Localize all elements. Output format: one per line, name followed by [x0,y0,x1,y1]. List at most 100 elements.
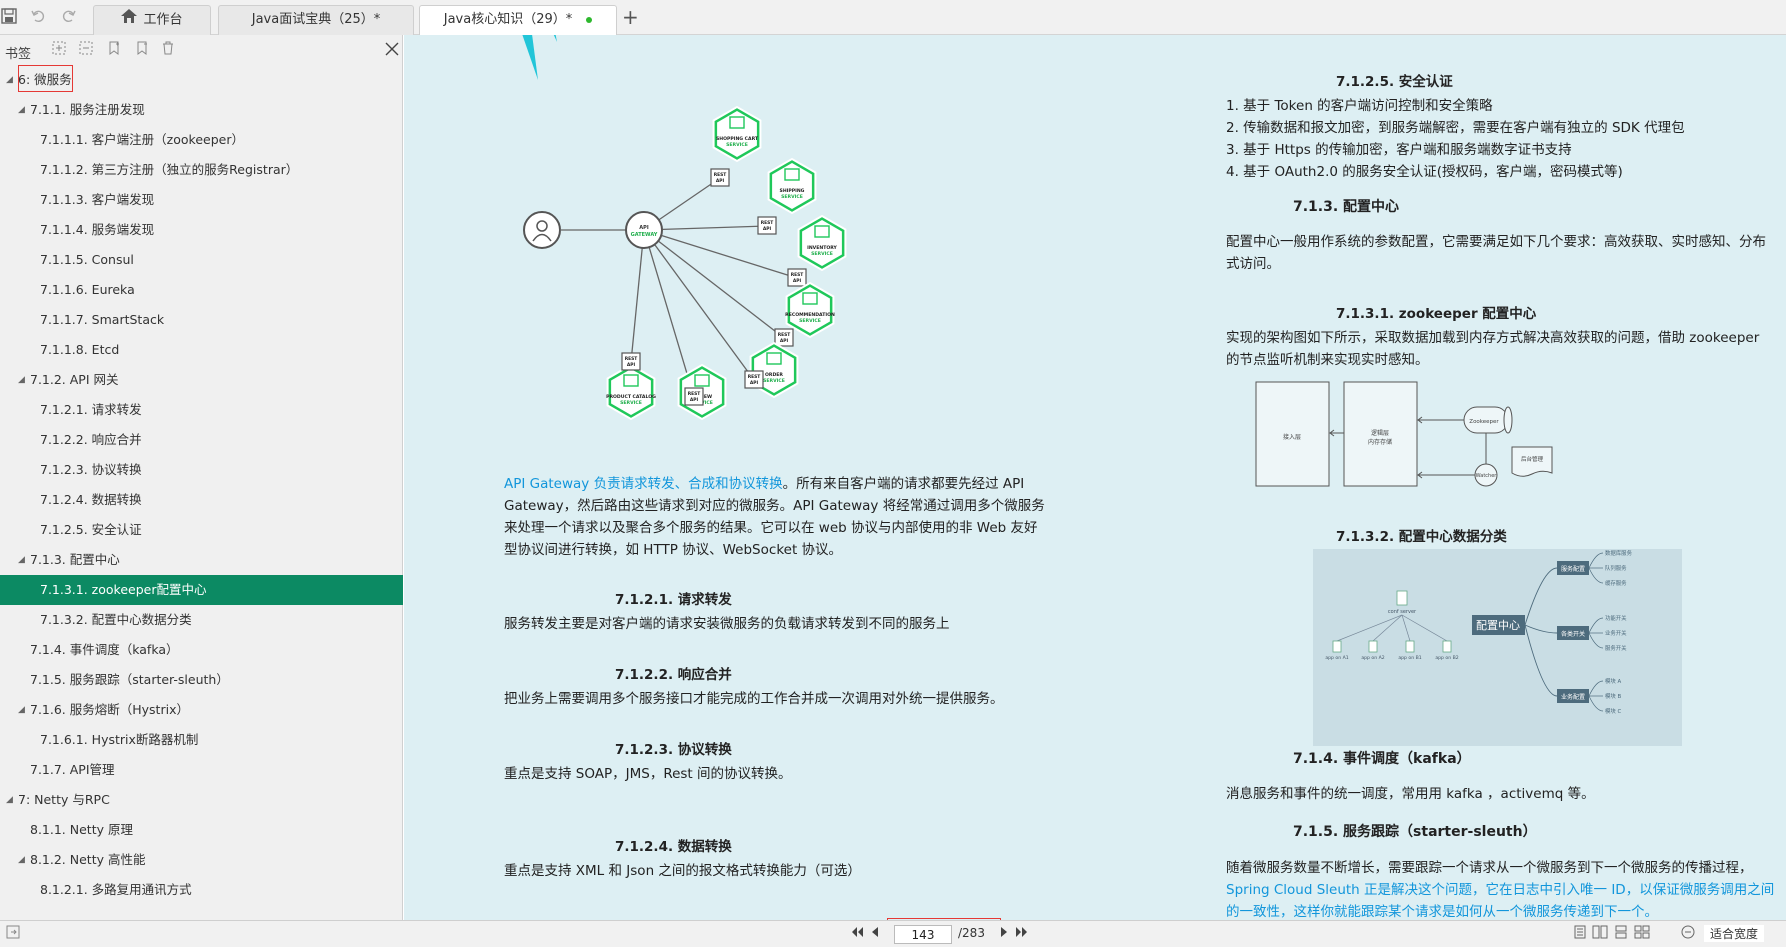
app-label: app on B2 [1435,655,1458,661]
sidebar-item[interactable]: 7.1.2.5. 安全认证 [0,515,403,545]
sidebar-item[interactable]: 7.1.1.8. Etcd [0,335,403,365]
sidebar-item[interactable]: ◢ 7: Netty 与RPC [0,785,403,815]
service-name: SHOPPING CART [716,136,759,142]
sidebar-item[interactable]: 8.1.1. Netty 原理 [0,815,403,845]
sidebar-item[interactable]: ◢ 7.1.6. 服务熔断（Hystrix） [0,695,403,725]
sidebar-item[interactable]: 7.1.1.6. Eureka [0,275,403,305]
sidebar-toggle-icon[interactable] [6,925,20,943]
book-view-icon[interactable] [1634,925,1650,943]
sidebar-item[interactable]: 7.1.4. 事件调度（kafka） [0,635,403,665]
sidebar-item[interactable]: 7.1.1.3. 客户端发现 [0,185,403,215]
sidebar-item-label: 7.1.3.2. 配置中心数据分类 [40,612,192,627]
app-server-icon [1442,640,1452,653]
sidebar-item[interactable]: 7.1.6.1. Hystrix断路器机制 [0,725,403,755]
sidebar-item[interactable]: 7.1.2.1. 请求转发 [0,395,403,425]
unsaved-dot-icon [586,16,593,23]
zoom-out-icon[interactable] [1681,925,1695,943]
zookeeper-body: 实现的架构图如下所示，采取数据加载到内存方式解决高效获取的问题，借助 zooke… [1226,330,1760,368]
sidebar-item[interactable]: 7.1.7. API管理 [0,755,403,785]
sidebar-item-label: 7: Netty 与RPC [18,792,110,807]
next-page-icon[interactable] [999,925,1009,943]
group-item-label: 服务开关 [1605,644,1627,652]
sidebar-item[interactable]: 7.1.2.2. 响应合并 [0,425,403,455]
redo-icon[interactable] [59,8,77,26]
user-icon [523,211,561,249]
sidebar-item[interactable]: 7.1.1.2. 第三方注册（独立的服务Registrar） [0,155,403,185]
tab-java-interview[interactable]: Java面试宝典（25）* [218,5,414,35]
two-page-view-icon[interactable] [1592,925,1608,943]
sidebar-item-label: 7.1.2.4. 数据转换 [40,492,142,507]
prev-page-icon[interactable] [870,925,880,943]
service-sub: SERVICE [726,142,748,148]
sidebar-item[interactable]: 7.1.1.5. Consul [0,245,403,275]
config-center-label: 配置中心 [1476,619,1520,632]
sidebar-item[interactable]: 7.1.3.2. 配置中心数据分类 [0,605,403,635]
expand-all-icon[interactable] [52,41,66,59]
single-page-view-icon[interactable] [1574,925,1586,943]
sidebar-item[interactable]: 7.1.2.4. 数据转换 [0,485,403,515]
sidebar-item[interactable]: 7.1.1.1. 客户端注册（zookeeper） [0,125,403,155]
page-number-input[interactable]: 143 [894,925,952,944]
sidebar-item-label: 7.1.2.5. 安全认证 [40,522,142,537]
add-bookmark-icon[interactable] [107,41,121,59]
tab-workbench[interactable]: 工作台 [93,5,211,35]
close-sidebar-icon[interactable] [384,38,400,62]
sidebar-item[interactable]: 7.1.5. 服务跟踪（starter-sleuth） [0,665,403,695]
undo-icon[interactable] [30,8,48,26]
config-center-body: 配置中心一般用作系统的参数配置，它需要满足如下几个要求：高效获取、实时感知、分布… [1226,234,1766,272]
service-name: RECOMMENDATION [785,312,835,318]
sidebar-item[interactable]: ◢ 8.1.2. Netty 高性能 [0,845,403,875]
group-item-label: 数据库服务 [1605,549,1633,557]
sidebar-item[interactable]: ◢ 7.1.1. 服务注册发现 [0,95,403,125]
sidebar-item[interactable]: 7.1.3.1. zookeeper配置中心 [0,575,403,605]
group-label: 各类开关 [1561,630,1585,638]
document-view: API GATEWAY SHOPPING CART SERVICE REST API SHI… [404,35,1786,920]
new-tab-plus-icon[interactable]: + [622,7,639,27]
sidebar-item-label: 7.1.5. 服务跟踪（starter-sleuth） [30,672,229,687]
highlight-box-microservice [18,65,73,92]
expand-triangle-icon[interactable]: ◢ [6,65,13,95]
sidebar-item-label: 7.1.2.3. 协议转换 [40,462,142,477]
collapse-all-icon[interactable] [79,41,93,59]
expand-triangle-icon[interactable]: ◢ [18,695,25,725]
expand-triangle-icon[interactable]: ◢ [6,785,13,815]
api-label: API [690,397,699,403]
delete-bookmark-icon[interactable] [161,41,175,59]
sidebar-item-label: 7.1.1.4. 服务端发现 [40,222,155,237]
zk-box-logic: 逻辑层 [1371,429,1389,437]
section-title-request-forward: 7.1.2.1. 请求转发 [615,592,732,608]
gateway-link-text[interactable]: API Gateway 负责请求转发、合成和协议转换 [504,476,783,492]
remove-bookmark-icon[interactable] [135,41,149,59]
last-page-icon[interactable] [1015,925,1029,943]
sidebar-item[interactable]: ◢ 7.1.3. 配置中心 [0,545,403,575]
sidebar-item[interactable]: 7.1.1.7. SmartStack [0,305,403,335]
zoom-select[interactable]: 适合宽度 [1704,925,1765,942]
sidebar-item-label: 8.1.1. Netty 原理 [30,822,133,837]
security-list-item: 3. 基于 Https 的传输加密，客户端和服务端数字证书支持 [1226,142,1572,158]
continuous-view-icon[interactable] [1614,925,1628,943]
sleuth-link-text[interactable]: Spring Cloud Sleuth 正是解决这个问题，它在日志中引入唯一 I… [1226,882,1774,920]
group-item-label: 队列服务 [1605,564,1627,572]
save-icon[interactable] [0,8,18,26]
app-label: app on B1 [1398,655,1421,661]
group-label: 服务配置 [1561,565,1585,573]
expand-triangle-icon[interactable]: ◢ [18,845,25,875]
expand-triangle-icon[interactable]: ◢ [18,365,25,395]
tab-java-core[interactable]: Java核心知识（29）* [419,5,617,36]
sidebar-item[interactable]: 7.1.2.3. 协议转换 [0,455,403,485]
expand-triangle-icon[interactable]: ◢ [18,95,25,125]
sidebar-item[interactable]: 8.1.2.1. 多路复用通讯方式 [0,875,403,905]
sidebar-item[interactable]: 7.1.1.4. 服务端发现 [0,215,403,245]
first-page-icon[interactable] [850,925,864,943]
service-sub: SERVICE [620,400,642,406]
expand-triangle-icon[interactable]: ◢ [18,545,25,575]
conf-server-label: conf server [1388,609,1417,615]
security-list-item: 2. 传输数据和报文加密，到服务端解密，需要在客户端有独立的 SDK 代理包 [1226,120,1685,136]
service-sub: SERVICE [799,318,821,324]
section-body-request-forward: 服务转发主要是对客户端的请求安装微服务的负载请求转发到不同的服务上 [504,616,950,632]
server-icon [1396,590,1408,606]
rest-label: REST [761,220,774,226]
sidebar-item[interactable]: ◢ 7.1.2. API 网关 [0,365,403,395]
security-list-item: 1. 基于 Token 的客户端访问控制和安全策略 [1226,98,1493,114]
kafka-body: 消息服务和事件的统一调度，常用用 kafka ，activemq 等。 [1226,786,1595,802]
